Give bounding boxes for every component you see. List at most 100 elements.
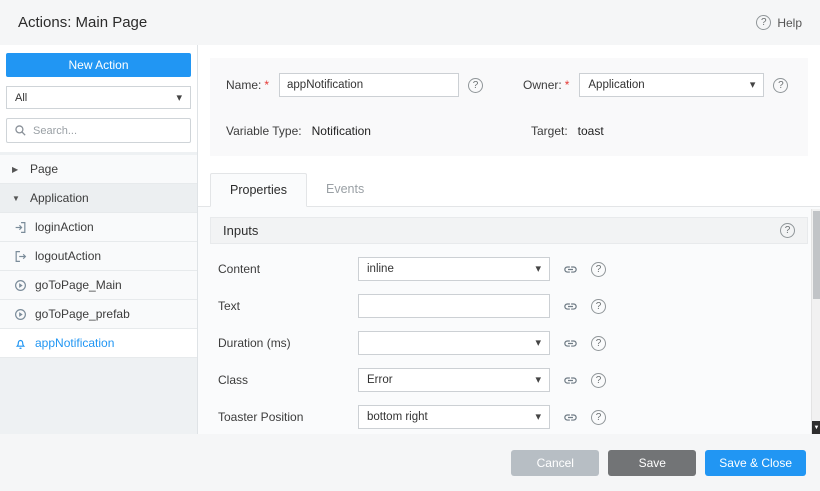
- chevron-right-icon[interactable]: [12, 165, 22, 174]
- search-input[interactable]: [33, 125, 183, 137]
- tree-item-label: goToPage_Main: [35, 278, 122, 292]
- help-icon: [756, 15, 771, 30]
- detail-tabs: Properties Events: [198, 173, 820, 207]
- tree-item-logoutaction[interactable]: logoutAction: [0, 242, 197, 271]
- tree-item-label: goToPage_prefab: [35, 307, 130, 321]
- help-icon[interactable]: [780, 223, 795, 238]
- chevron-down-icon: [535, 337, 541, 349]
- help-icon[interactable]: [591, 299, 606, 314]
- type-target-row: Variable Type: Notification Target: toas…: [226, 124, 792, 138]
- logout-action-icon: [14, 250, 27, 263]
- actions-tree: Page Application loginAction logout: [0, 155, 197, 358]
- input-row-toaster-position: Toaster Position bottom right: [210, 405, 808, 429]
- chevron-down-icon: [535, 374, 541, 386]
- action-type-filter-select[interactable]: All: [6, 86, 191, 109]
- target-group: Target: toast: [531, 124, 604, 138]
- owner-group: Owner: * Application: [523, 73, 788, 97]
- field-label: Toaster Position: [218, 410, 358, 424]
- chevron-down-icon: [535, 263, 541, 275]
- save-button[interactable]: Save: [608, 450, 696, 476]
- bind-variable-icon[interactable]: [563, 299, 578, 314]
- notification-action-icon: [14, 337, 27, 350]
- input-row-class: Class Error: [210, 368, 808, 392]
- scrollbar-thumb[interactable]: [813, 211, 820, 299]
- actions-sidebar: New Action All Page: [0, 45, 198, 434]
- name-owner-row: Name: * Owner: * Application: [226, 73, 792, 97]
- target-value: toast: [578, 124, 604, 138]
- field-label: Class: [218, 373, 358, 387]
- select-value: inline: [367, 263, 394, 275]
- owner-select[interactable]: Application: [579, 73, 764, 97]
- text-input[interactable]: [358, 294, 550, 318]
- input-row-duration: Duration (ms): [210, 331, 808, 355]
- new-action-button[interactable]: New Action: [6, 53, 191, 77]
- bind-variable-icon[interactable]: [563, 410, 578, 425]
- tree-item-gotopage-prefab[interactable]: goToPage_prefab: [0, 300, 197, 329]
- input-row-content: Content inline: [210, 257, 808, 281]
- search-box: [6, 118, 191, 143]
- chevron-down-icon[interactable]: [12, 194, 22, 203]
- help-icon[interactable]: [591, 410, 606, 425]
- action-summary-card: Name: * Owner: * Application: [210, 58, 808, 156]
- search-icon: [14, 124, 27, 137]
- page-title: Actions: Main Page: [18, 14, 147, 31]
- select-value: Application: [588, 79, 644, 91]
- field-label: Duration (ms): [218, 336, 358, 350]
- action-detail-panel: Name: * Owner: * Application: [198, 45, 820, 434]
- duration-select[interactable]: [358, 331, 550, 355]
- help-icon[interactable]: [591, 262, 606, 277]
- field-label: Text: [218, 299, 358, 313]
- help-icon[interactable]: [591, 373, 606, 388]
- help-icon[interactable]: [591, 336, 606, 351]
- help-label: Help: [777, 16, 802, 30]
- actions-dialog: Actions: Main Page Help New Action All: [0, 0, 820, 491]
- navigation-action-icon: [14, 308, 27, 321]
- login-action-icon: [14, 221, 27, 234]
- tree-item-label: loginAction: [35, 220, 94, 234]
- tree-group-application[interactable]: Application: [0, 184, 197, 213]
- tab-events[interactable]: Events: [307, 173, 383, 207]
- select-value: bottom right: [367, 411, 428, 423]
- toaster-position-select[interactable]: bottom right: [358, 405, 550, 429]
- inputs-section-header: Inputs: [210, 217, 808, 244]
- tree-item-label: Page: [30, 162, 58, 176]
- tree-group-page[interactable]: Page: [0, 155, 197, 184]
- scroll-down-arrow-button[interactable]: [812, 421, 820, 434]
- required-marker: *: [565, 78, 570, 92]
- sidebar-controls: New Action All: [0, 45, 197, 152]
- chevron-down-icon: [535, 411, 541, 423]
- tree-item-label: Application: [30, 191, 89, 205]
- tree-item-label: appNotification: [35, 336, 114, 350]
- bind-variable-icon[interactable]: [563, 373, 578, 388]
- class-select[interactable]: Error: [358, 368, 550, 392]
- required-marker: *: [264, 78, 269, 92]
- cancel-button[interactable]: Cancel: [511, 450, 599, 476]
- dialog-header: Actions: Main Page Help: [0, 0, 820, 45]
- help-button[interactable]: Help: [756, 15, 802, 30]
- chevron-down-icon: [750, 79, 756, 91]
- name-input[interactable]: [279, 73, 459, 97]
- inputs-section-title: Inputs: [223, 223, 258, 238]
- save-and-close-button[interactable]: Save & Close: [705, 450, 806, 476]
- vertical-scrollbar[interactable]: [811, 209, 820, 434]
- tree-item-loginaction[interactable]: loginAction: [0, 213, 197, 242]
- help-icon[interactable]: [773, 78, 788, 93]
- tree-item-gotopage-main[interactable]: goToPage_Main: [0, 271, 197, 300]
- tree-item-appnotification[interactable]: appNotification: [0, 329, 197, 358]
- dialog-body: New Action All Page: [0, 45, 820, 434]
- bind-variable-icon[interactable]: [563, 262, 578, 277]
- variable-type-value: Notification: [312, 124, 371, 138]
- name-label: Name:: [226, 78, 261, 92]
- target-label: Target:: [531, 124, 568, 138]
- variable-type-label: Variable Type:: [226, 124, 302, 138]
- properties-pane: Inputs Content inline Text: [198, 207, 820, 434]
- bind-variable-icon[interactable]: [563, 336, 578, 351]
- content-select[interactable]: inline: [358, 257, 550, 281]
- select-value: Error: [367, 374, 393, 386]
- navigation-action-icon: [14, 279, 27, 292]
- dialog-footer: Cancel Save Save & Close: [0, 434, 820, 491]
- input-row-text: Text: [210, 294, 808, 318]
- help-icon[interactable]: [468, 78, 483, 93]
- tab-properties[interactable]: Properties: [210, 173, 307, 207]
- tree-item-label: logoutAction: [35, 249, 101, 263]
